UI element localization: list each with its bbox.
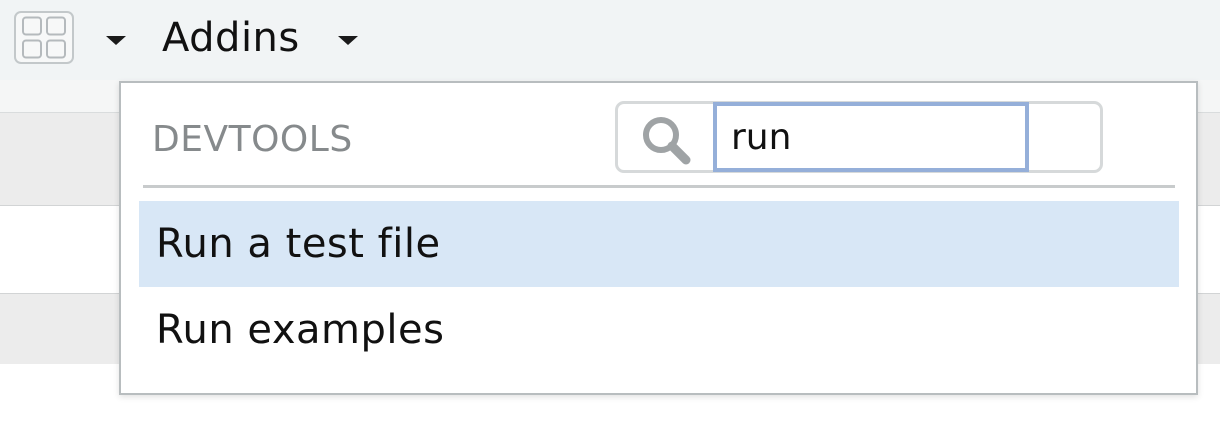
divider xyxy=(143,185,1175,188)
menu-item-run-examples[interactable]: Run examples xyxy=(139,287,1179,373)
pane-layout-dropdown-chevron-down-icon[interactable] xyxy=(106,36,126,45)
pane-layout-button[interactable] xyxy=(14,11,74,64)
addins-search-input[interactable] xyxy=(713,102,1029,172)
addins-chevron-down-icon[interactable] xyxy=(338,36,358,45)
menu-item-run-a-test-file[interactable]: Run a test file xyxy=(139,201,1179,287)
search-icon xyxy=(640,114,692,166)
addins-search-box xyxy=(615,101,1103,173)
section-label: DEVTOOLS xyxy=(152,119,353,160)
addins-menu-button[interactable]: Addins xyxy=(162,12,300,64)
addins-dropdown-popup: DEVTOOLS Run a test file Run examples xyxy=(119,81,1198,395)
toolbar: Addins xyxy=(0,0,1220,81)
